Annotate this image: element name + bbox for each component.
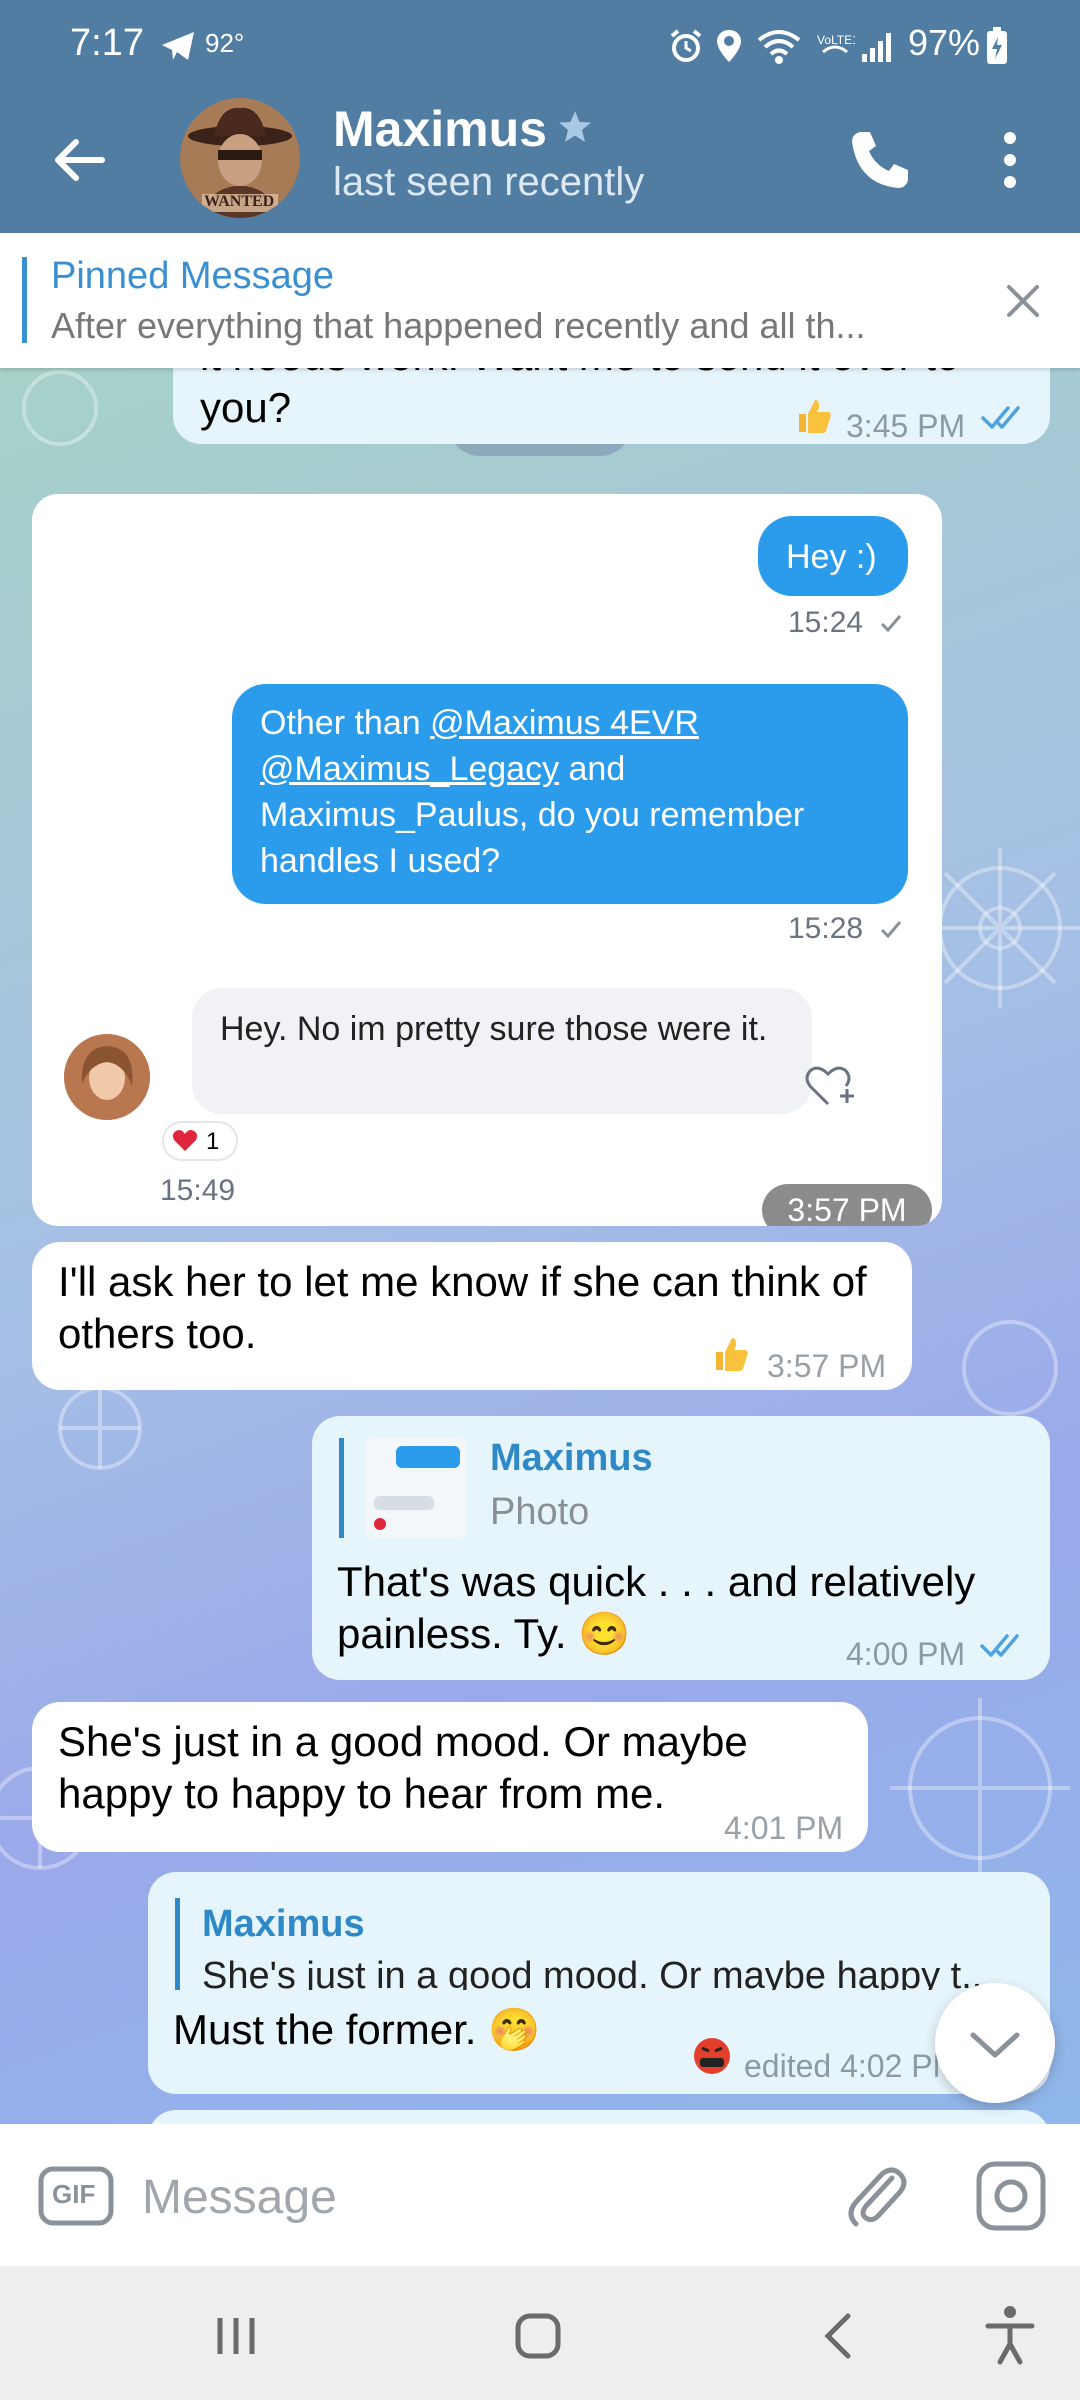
avatar-caption: WANTED	[204, 193, 275, 210]
reply-preview[interactable]: Maximus She's just in a good mood. Or ma…	[175, 1898, 1042, 1990]
svg-text:VoLTE1: VoLTE1	[817, 33, 855, 47]
screenshot-text: Hey. No im pretty sure those were it.	[220, 1010, 768, 1048]
message-bubble-outgoing[interactable]: it needs work. Want me to send it over t…	[173, 368, 1050, 444]
check-icon	[880, 615, 902, 633]
top-bar: 7:17 92° VoLTE1 97% WANTED Maximus last …	[0, 0, 1080, 233]
reply-text: She's just in a good mood. Or maybe happ…	[202, 1955, 993, 1990]
screenshot-text: Hey :)	[786, 538, 877, 576]
volte-icon: VoLTE1	[817, 33, 855, 54]
woman-avatar	[64, 1034, 150, 1120]
add-reaction-heart-icon	[805, 1066, 854, 1106]
screenshot-time: 15:24	[788, 606, 864, 639]
message-bubble-incoming[interactable]: She's just in a good mood. Or maybe happ…	[32, 1702, 868, 1852]
message-composer: GIF	[0, 2124, 1080, 2266]
screenshot-text: Other than	[260, 704, 431, 742]
thumbs-up-reaction-icon[interactable]	[712, 1334, 752, 1374]
wifi-calling-icon	[757, 30, 801, 64]
screenshot-text: Maximus_Paulus, do you remember handles …	[260, 796, 805, 880]
reply-author: Maximus	[202, 1903, 365, 1945]
home-icon[interactable]	[498, 2296, 578, 2376]
double-check-read-icon	[981, 406, 1020, 429]
reply-type: Photo	[490, 1491, 590, 1533]
message-bubble-outgoing[interactable]	[148, 2110, 1050, 2124]
screenshot-time: 15:28	[788, 912, 864, 945]
gif-label: GIF	[52, 2179, 96, 2209]
chat-header: WANTED Maximus last seen recently	[0, 90, 1080, 233]
telegram-icon	[162, 32, 194, 60]
reaction-chip: 1	[162, 1121, 238, 1161]
message-text: Must the former. 🤭	[173, 2006, 541, 2053]
battery-level: 97%	[908, 22, 981, 63]
chat-history[interactable]: June 24 it needs work. Want me to send i…	[0, 368, 1080, 2124]
screenshot-time: 15:49	[160, 1174, 236, 1207]
back-arrow-icon[interactable]	[40, 120, 120, 200]
accessibility-icon[interactable]	[970, 2296, 1050, 2376]
contact-name[interactable]: Maximus	[333, 100, 547, 158]
close-icon[interactable]	[995, 273, 1051, 329]
system-navigation-bar	[0, 2266, 1080, 2400]
handle-link: @Maximus_Legacy	[260, 750, 560, 788]
message-time: 4:01 PM	[724, 1810, 844, 1846]
pinned-title: Pinned Message	[51, 255, 335, 297]
message-time: 3:45 PM	[846, 408, 966, 444]
check-icon	[880, 921, 902, 939]
location-icon	[717, 30, 741, 62]
battery-charging-icon	[987, 27, 1007, 64]
message-time: 3:57 PM	[767, 1348, 887, 1384]
camera-icon[interactable]	[975, 2160, 1047, 2232]
phone-call-icon[interactable]	[840, 120, 920, 200]
more-options-icon[interactable]	[985, 120, 1035, 200]
message-text-line: you?	[200, 384, 292, 431]
screenshot-bubble-outgoing: Other than @Maximus 4EVR @Maximus_Legacy…	[232, 684, 908, 904]
star-icon	[559, 111, 591, 142]
double-check-read-icon	[980, 1634, 1019, 1657]
back-icon[interactable]	[800, 2296, 880, 2376]
message-bubble-outgoing[interactable]: Maximus She's just in a good mood. Or ma…	[148, 1872, 1050, 2094]
message-input[interactable]	[140, 2154, 804, 2240]
signal-icon	[862, 33, 891, 62]
pinned-accent-line	[22, 257, 27, 343]
reaction-count: 1	[206, 1128, 220, 1155]
recent-apps-icon[interactable]	[196, 2296, 276, 2376]
screenshot-text: and	[559, 750, 626, 788]
message-text-line: it needs work. Want me to send it over t…	[200, 368, 959, 382]
message-text: She's just in a good mood. Or maybe happ…	[58, 1718, 748, 1817]
status-time: 7:17	[70, 22, 144, 64]
scroll-to-bottom-button[interactable]	[935, 1983, 1055, 2103]
screenshot-bubble-incoming: Hey. No im pretty sure those were it.	[192, 988, 812, 1114]
message-time: 4:00 PM	[846, 1636, 966, 1672]
angry-face-reaction-icon[interactable]	[692, 2036, 732, 2076]
pinned-text: After everything that happened recently …	[51, 305, 866, 346]
thumbs-up-reaction-icon[interactable]	[795, 396, 835, 436]
status-bar: 7:17 92° VoLTE1 97%	[0, 0, 1080, 90]
photo-time-overlay: 3:57 PM	[762, 1184, 932, 1226]
reply-preview[interactable]: Maximus Photo	[339, 1437, 1024, 1538]
photo-message[interactable]: Hey :) 15:24 Other than @Maximus 4EVR @M…	[32, 494, 942, 1226]
contact-status: last seen recently	[333, 160, 645, 204]
avatar	[64, 1034, 150, 1120]
gif-button[interactable]: GIF	[38, 2166, 114, 2226]
paperclip-icon[interactable]	[842, 2160, 912, 2232]
screenshot-bubble-outgoing: Hey :)	[758, 516, 908, 596]
contact-avatar[interactable]: WANTED	[180, 98, 300, 218]
pinned-message-bar[interactable]: Pinned Message After everything that hap…	[0, 233, 1080, 368]
heart-icon	[172, 1130, 198, 1151]
message-time: edited 4:02 PM	[744, 2048, 960, 2084]
reply-author: Maximus	[490, 1437, 653, 1479]
handle-link: @Maximus 4EVR	[430, 704, 699, 742]
reply-thumbnail	[366, 1438, 466, 1538]
alarm-icon	[670, 29, 702, 62]
status-temperature: 92°	[205, 28, 245, 58]
message-bubble-outgoing[interactable]: Maximus Photo That's was quick . . . and…	[312, 1416, 1050, 1680]
chevron-down-icon	[970, 2032, 1020, 2058]
message-bubble-incoming[interactable]: I'll ask her to let me know if she can t…	[32, 1242, 912, 1390]
